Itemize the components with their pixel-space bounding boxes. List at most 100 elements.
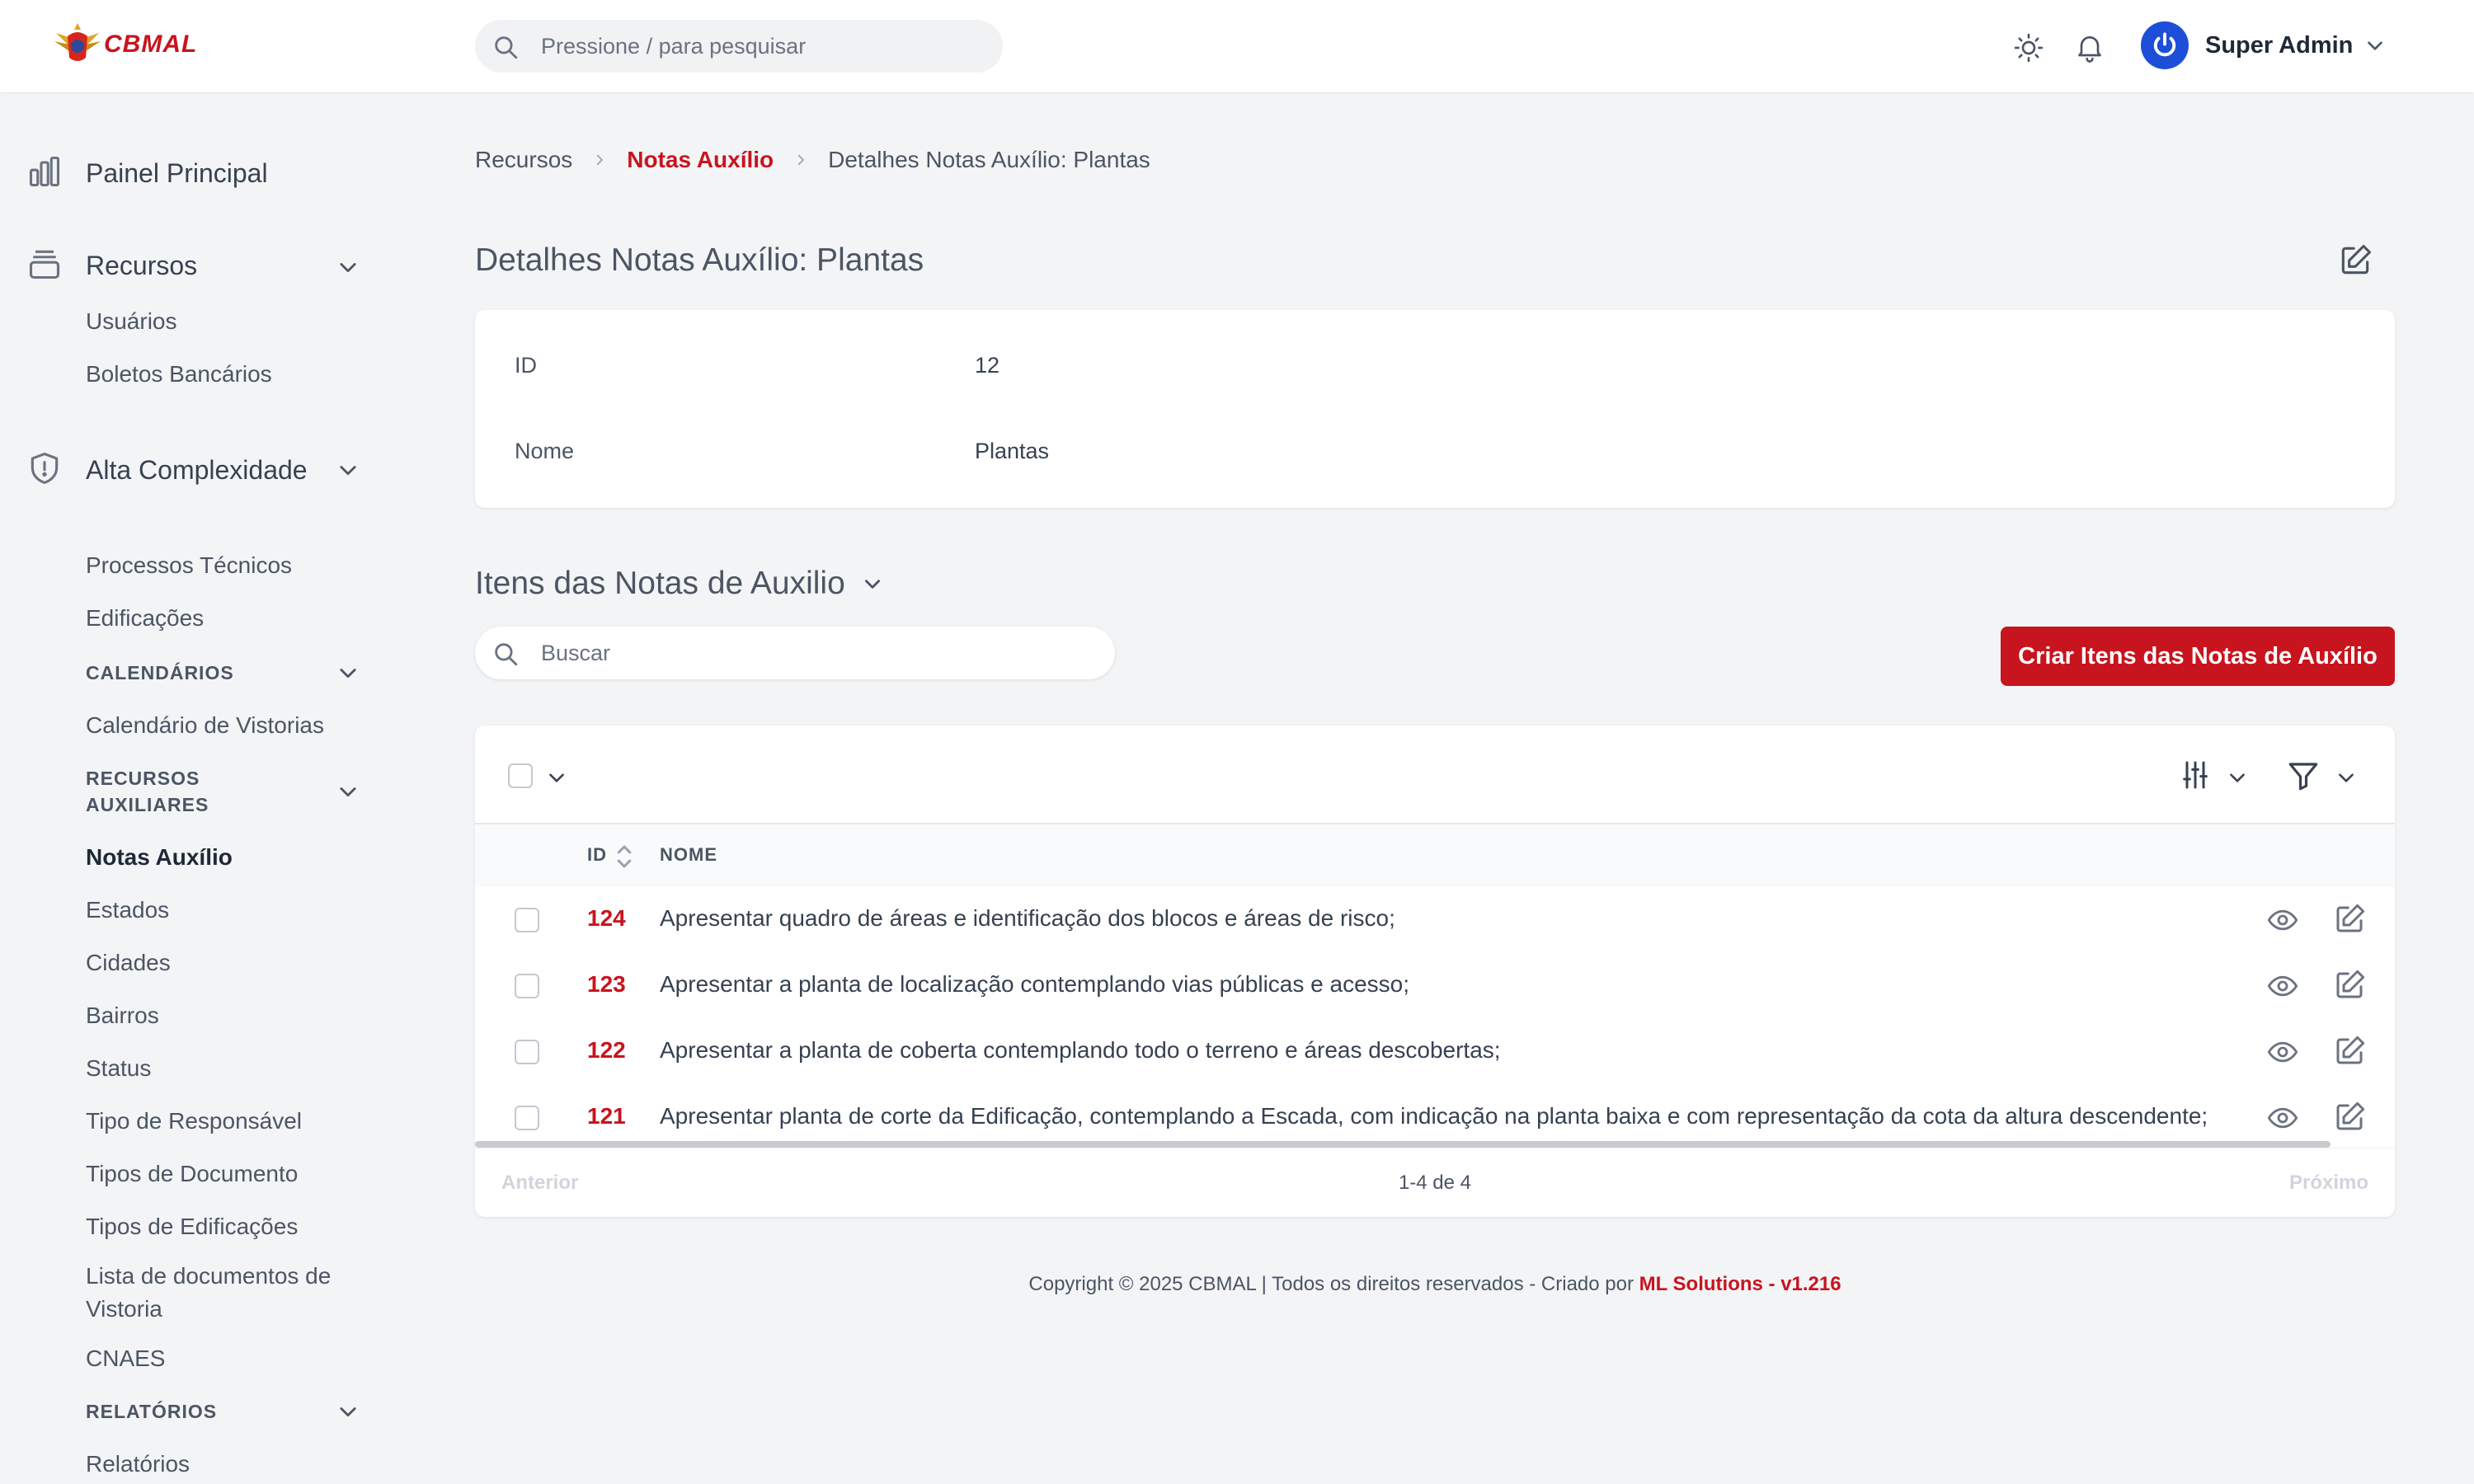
sidebar-item-building-types[interactable]: Tipos de Edificações (86, 1210, 298, 1243)
inbox-stack-icon (29, 250, 60, 279)
sidebar-item-status[interactable]: Status (86, 1052, 151, 1085)
footer: Copyright © 2025 CBMAL | Todos os direit… (475, 1273, 2395, 1296)
pagination-next[interactable]: Próximo (2289, 1172, 2368, 1195)
power-icon (2153, 32, 2176, 57)
table-row[interactable]: 122 Apresentar a planta de coberta conte… (475, 1019, 2395, 1085)
sidebar-group-label: Alta Complexidade (86, 455, 308, 485)
pagination-count: 1-4 de 4 (1398, 1172, 1472, 1194)
sidebar-item-inspection-docs[interactable]: Lista de documentos de Vistoria (86, 1260, 366, 1326)
eye-icon[interactable] (2265, 904, 2301, 937)
row-id[interactable]: 122 (587, 1037, 626, 1064)
sidebar-group-high-complexity[interactable]: Alta Complexidade (26, 450, 308, 486)
items-section-toggle[interactable]: Itens das Notas de Auxilio (475, 566, 883, 602)
filter-icon[interactable] (2286, 758, 2321, 793)
chevron-down-icon[interactable] (336, 458, 360, 481)
chevron-down-icon[interactable] (2335, 767, 2357, 788)
chevron-down-icon[interactable] (546, 767, 567, 788)
edit-icon[interactable] (2332, 1100, 2367, 1134)
items-search-input[interactable] (541, 627, 1085, 679)
chevron-down-icon[interactable] (336, 661, 360, 684)
row-name: Apresentar a planta de coberta contempla… (660, 1037, 1501, 1063)
sidebar-item-dashboard[interactable]: Painel Principal (26, 153, 268, 190)
chevron-right-icon (797, 154, 805, 166)
user-menu[interactable]: Super Admin (2141, 21, 2386, 69)
horizontal-scrollbar[interactable] (475, 1141, 2331, 1148)
top-bar: CBMAL Super Admin (0, 0, 2474, 92)
shield-exclamation-icon (31, 453, 59, 484)
row-id[interactable]: 123 (587, 971, 626, 998)
create-item-button[interactable]: Criar Itens das Notas de Auxílio (2001, 627, 2395, 686)
column-header-id[interactable]: ID (587, 844, 607, 866)
row-checkbox[interactable] (515, 1106, 539, 1130)
row-checkbox[interactable] (515, 908, 539, 932)
row-name: Apresentar a planta de localização conte… (660, 971, 1410, 997)
sidebar-item-users[interactable]: Usuários (86, 305, 176, 338)
row-name: Apresentar quadro de áreas e identificaç… (660, 905, 1395, 931)
table-row[interactable]: 123 Apresentar a planta de localização c… (475, 953, 2395, 1019)
search-icon (495, 36, 518, 59)
sidebar-section-aux-resources[interactable]: RECURSOS AUXILIARES (86, 765, 234, 818)
sidebar-item-label: Painel Principal (86, 158, 268, 188)
sidebar-item-bank-slips[interactable]: Boletos Bancários (86, 358, 272, 391)
eye-icon[interactable] (2265, 1036, 2301, 1068)
global-search-input[interactable] (541, 20, 986, 73)
chevron-down-icon[interactable] (336, 256, 360, 279)
chevron-down-icon[interactable] (2227, 767, 2248, 788)
row-checkbox[interactable] (515, 1040, 539, 1064)
items-table: ID NOME 124 Apresentar quadro de áreas e… (475, 726, 2395, 1217)
bell-icon[interactable] (2073, 30, 2106, 64)
sidebar-group-label: Recursos (86, 251, 198, 280)
items-search[interactable] (475, 627, 1115, 679)
breadcrumb-resources[interactable]: Recursos (475, 147, 572, 173)
chevron-down-icon (864, 580, 880, 589)
app-logo[interactable]: CBMAL (53, 21, 197, 68)
sort-icon[interactable] (615, 843, 633, 871)
eye-icon[interactable] (2265, 970, 2301, 1003)
logo-emblem-icon (54, 23, 101, 61)
edit-icon[interactable] (2332, 968, 2367, 1003)
global-search[interactable] (475, 20, 1003, 73)
avatar (2141, 21, 2189, 69)
chevron-down-icon[interactable] (336, 1400, 360, 1423)
edit-icon[interactable] (2332, 902, 2367, 937)
table-header: ID NOME (475, 824, 2395, 887)
sidebar-item-buildings[interactable]: Edificações (86, 602, 204, 635)
row-checkbox[interactable] (515, 974, 539, 998)
sidebar-section-calendars[interactable]: CALENDÁRIOS (86, 660, 234, 686)
table-toolbar (475, 726, 2395, 824)
logo-text: CBMAL (104, 31, 198, 58)
sidebar-item-aux-notes[interactable]: Notas Auxílio (86, 841, 233, 874)
sidebar-item-technical-processes[interactable]: Processos Técnicos (86, 549, 292, 582)
adjustments-icon[interactable] (2179, 758, 2212, 791)
footer-brand-link[interactable]: ML Solutions - v1.216 (1639, 1273, 1841, 1295)
detail-value-name: Plantas (975, 439, 1050, 463)
chart-bar-icon (29, 156, 60, 187)
row-id[interactable]: 124 (587, 905, 626, 932)
sidebar-item-states[interactable]: Estados (86, 894, 169, 927)
select-all-checkbox[interactable] (508, 763, 533, 788)
page-title: Detalhes Notas Auxílio: Plantas (475, 242, 924, 278)
sidebar-item-inspection-calendar[interactable]: Calendário de Vistorias (86, 709, 324, 742)
chevron-down-icon[interactable] (336, 780, 360, 803)
table-row[interactable]: 124 Apresentar quadro de áreas e identif… (475, 887, 2395, 953)
sidebar-section-reports[interactable]: RELATÓRIOS (86, 1398, 217, 1425)
footer-copyright: Copyright © 2025 CBMAL | Todos os direit… (1028, 1273, 1639, 1295)
eye-icon[interactable] (2265, 1101, 2301, 1134)
sun-icon[interactable] (2012, 31, 2045, 64)
items-section-title: Itens das Notas de Auxilio (475, 566, 845, 601)
breadcrumb-current: Detalhes Notas Auxílio: Plantas (828, 147, 1150, 172)
sidebar-item-cnaes[interactable]: CNAES (86, 1342, 165, 1375)
edit-icon[interactable] (2332, 1034, 2367, 1068)
sidebar-item-document-types[interactable]: Tipos de Documento (86, 1158, 298, 1190)
sidebar-item-responsible-type[interactable]: Tipo de Responsável (86, 1105, 302, 1138)
sidebar: Painel Principal Recursos Usuários Bolet… (0, 92, 396, 1484)
sidebar-item-districts[interactable]: Bairros (86, 999, 159, 1032)
sidebar-item-reports[interactable]: Relatórios (86, 1448, 190, 1481)
row-id[interactable]: 121 (587, 1103, 626, 1129)
sidebar-item-cities[interactable]: Cidades (86, 946, 171, 979)
pagination: Anterior 1-4 de 4 Próximo (475, 1148, 2395, 1217)
breadcrumb-aux-notes[interactable]: Notas Auxílio (627, 147, 774, 173)
edit-icon[interactable] (2337, 242, 2373, 279)
detail-label-name: Nome (515, 439, 575, 463)
sidebar-group-resources[interactable]: Recursos (26, 246, 197, 282)
